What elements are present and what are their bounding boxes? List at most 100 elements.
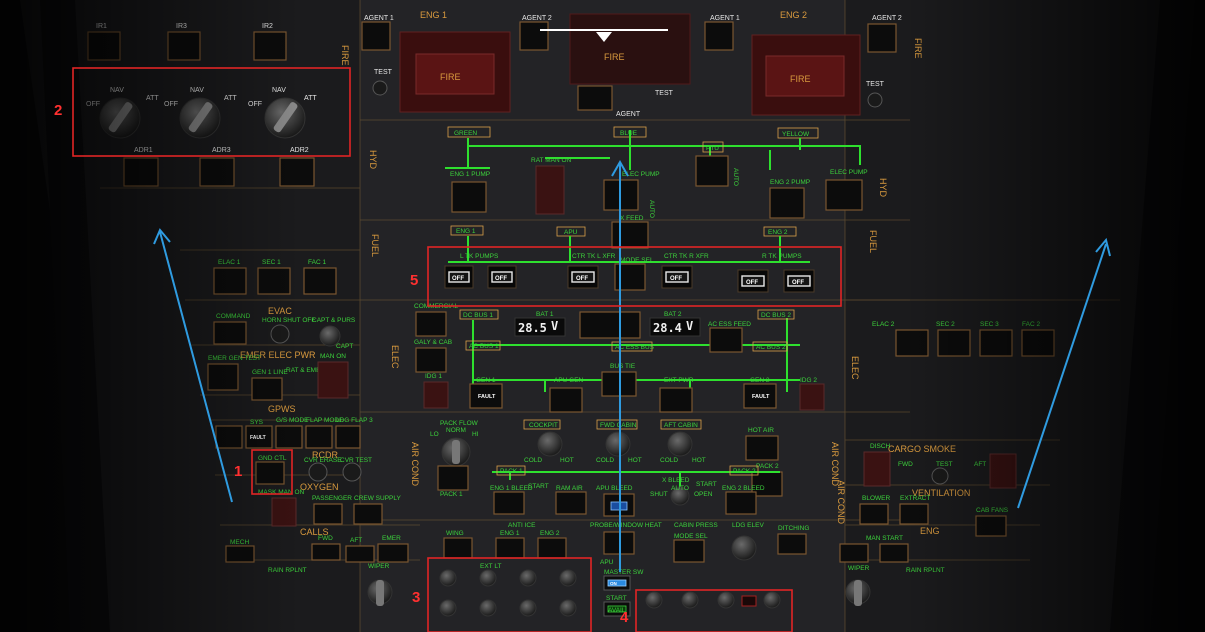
rat-emer-gen-man-on-button[interactable] xyxy=(317,361,349,399)
gs-mode-button[interactable] xyxy=(275,425,303,449)
cargo-fwd-disch-button[interactable] xyxy=(863,451,891,487)
cargo-aft-disch-button[interactable] xyxy=(989,453,1017,489)
bat-switch-panel[interactable] xyxy=(579,311,641,339)
sec1-button[interactable] xyxy=(257,267,291,295)
wing-anti-ice-button[interactable] xyxy=(443,537,473,559)
aft-call-button[interactable] xyxy=(345,545,375,563)
wing-lt-knob[interactable] xyxy=(519,569,537,587)
gen1-line-button[interactable] xyxy=(251,377,283,401)
land-r-knob[interactable] xyxy=(519,599,537,617)
eng1-agent2-button[interactable] xyxy=(519,21,549,51)
land-l-knob[interactable] xyxy=(479,599,497,617)
emer-call-button[interactable] xyxy=(377,543,409,563)
ac-ess-feed-button[interactable] xyxy=(709,327,743,353)
elac2-button[interactable] xyxy=(895,329,929,357)
adr2-button[interactable] xyxy=(279,157,315,187)
press-mode-sel-button[interactable] xyxy=(673,539,705,563)
cab-fans-button[interactable] xyxy=(975,515,1007,537)
commercial-button[interactable] xyxy=(415,311,447,337)
passenger-oxy-button[interactable] xyxy=(313,503,343,525)
sec3-button[interactable] xyxy=(979,329,1013,357)
ir3-button[interactable] xyxy=(167,31,201,61)
eng2-agent2-button[interactable] xyxy=(867,23,897,53)
pack1-button[interactable] xyxy=(437,465,469,491)
ir1-button[interactable] xyxy=(87,31,121,61)
emer-exit-lt-knob[interactable] xyxy=(763,591,781,609)
eng2-fire-test-button[interactable] xyxy=(867,92,883,108)
eng2-anti-ice-button[interactable] xyxy=(537,537,567,559)
man-start-1-button[interactable] xyxy=(839,543,869,563)
ram-air-button[interactable] xyxy=(555,491,587,515)
man-start-2-button[interactable] xyxy=(879,543,909,563)
elac1-button[interactable] xyxy=(213,267,247,295)
gpws-label: GPWS xyxy=(268,404,296,414)
ext-pwr-button[interactable] xyxy=(659,387,693,413)
crew-supply-button[interactable] xyxy=(353,503,383,525)
eng2-bleed-button[interactable] xyxy=(725,491,757,515)
x-feed-button[interactable] xyxy=(611,221,649,249)
horn-shut-off-button[interactable] xyxy=(270,324,290,344)
fwd-cabin-temp-knob[interactable] xyxy=(605,431,631,457)
rwy-turn-off-knob[interactable] xyxy=(439,599,457,617)
apu-fire-handle[interactable] xyxy=(569,13,691,85)
idg1-button[interactable] xyxy=(423,381,449,409)
overhead-integ-lt-knob[interactable] xyxy=(645,591,663,609)
strobe-knob[interactable] xyxy=(439,569,457,587)
gnd-ctl-button[interactable] xyxy=(255,461,285,485)
evac-command-button[interactable] xyxy=(213,321,247,345)
r-tk-pump1-button[interactable]: OFF xyxy=(737,269,769,293)
dc-bus-1-label: DC BUS 1 xyxy=(463,312,493,319)
rat-man-on-button[interactable] xyxy=(535,165,565,215)
ldg-elev-knob[interactable] xyxy=(731,535,757,561)
apu-agent-button[interactable] xyxy=(577,85,613,111)
eng1-anti-ice-button[interactable] xyxy=(495,537,525,559)
ptu-button[interactable] xyxy=(695,155,729,187)
eng2-agent1-button[interactable] xyxy=(704,21,734,51)
adr3-button[interactable] xyxy=(199,157,235,187)
apu-agent-label: AGENT xyxy=(616,111,641,118)
eng2-pump-button[interactable] xyxy=(769,187,805,219)
eng1-bleed-button[interactable] xyxy=(493,491,525,515)
cvr-test-button[interactable] xyxy=(342,462,362,482)
flap-mode-button[interactable] xyxy=(305,425,333,449)
cockpit-temp-knob[interactable] xyxy=(537,431,563,457)
cvr-erase-button[interactable] xyxy=(308,462,328,482)
fac1-button[interactable] xyxy=(303,267,337,295)
l-tk-pump1-button[interactable]: OFF xyxy=(444,265,474,289)
nav-logo-knob[interactable] xyxy=(559,569,577,587)
blower-button[interactable] xyxy=(859,503,889,525)
sec2-button[interactable] xyxy=(937,329,971,357)
apu-gen-button[interactable] xyxy=(549,387,583,413)
emer-gen-test-button[interactable] xyxy=(207,363,239,391)
ctr-tk-l-xfr-button[interactable]: OFF xyxy=(567,265,599,289)
aft-cabin-temp-knob[interactable] xyxy=(667,431,693,457)
idg2-button[interactable] xyxy=(799,383,825,411)
nose-knob[interactable] xyxy=(559,599,577,617)
l-tk-pump2-button[interactable]: OFF xyxy=(487,265,517,289)
yellow-system-label: YELLOW xyxy=(782,131,810,138)
ldg-flap3-button[interactable] xyxy=(335,425,361,449)
gpws-terr-button[interactable] xyxy=(215,425,243,449)
elec-pump-yellow-button[interactable] xyxy=(825,179,863,211)
galy-cab-button[interactable] xyxy=(415,347,447,373)
beacon-knob[interactable] xyxy=(479,569,497,587)
ctr-tk-r-xfr-button[interactable]: OFF xyxy=(661,265,693,289)
mech-call-button[interactable] xyxy=(225,545,255,563)
hot-air-button[interactable] xyxy=(745,435,779,461)
mask-man-on-button[interactable] xyxy=(271,497,297,527)
ir2-button[interactable] xyxy=(253,31,287,61)
eng1-fire-test-button[interactable] xyxy=(372,80,388,96)
pack1-duct-label: PACK 1 xyxy=(500,468,523,475)
cargo-test-button[interactable] xyxy=(931,467,949,485)
ice-ind-knob[interactable] xyxy=(681,591,699,609)
eng1-agent1-button[interactable] xyxy=(361,21,391,51)
ditching-button[interactable] xyxy=(777,533,807,555)
cockpit-overhead-panel: ENG 1 ENG 2 AGENT 1 AGENT 2 TEST FIRE FI… xyxy=(0,0,1205,632)
extract-button[interactable] xyxy=(899,503,929,525)
adr1-button[interactable] xyxy=(123,157,159,187)
fac2-button[interactable] xyxy=(1021,329,1055,357)
r-tk-pump2-button[interactable]: OFF xyxy=(783,269,815,293)
fwd-call-button[interactable] xyxy=(311,543,341,561)
eng1-pump-button[interactable] xyxy=(451,181,487,213)
dome-knob[interactable] xyxy=(717,591,735,609)
